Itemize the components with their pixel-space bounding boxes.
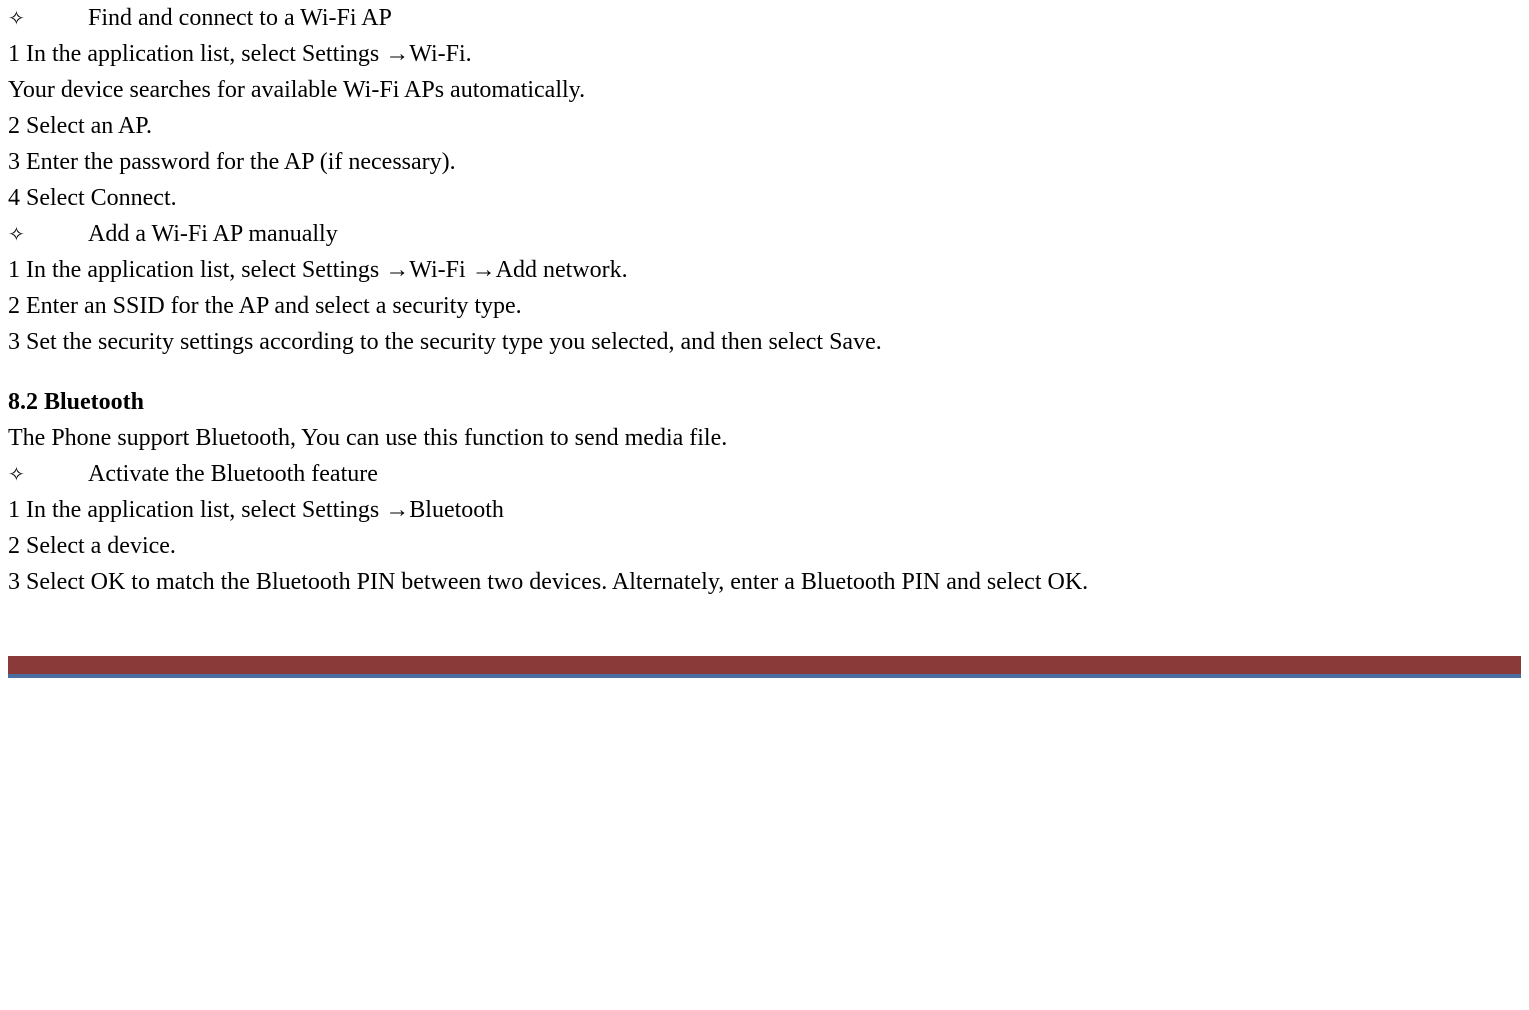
document-content: ✧ Find and connect to a Wi-Fi AP 1 In th… [8, 0, 1521, 600]
arrow-icon: → [385, 257, 409, 283]
bullet-find-connect-wifi: ✧ Find and connect to a Wi-Fi AP [8, 0, 1521, 36]
footer-divider [8, 656, 1521, 678]
arrow-icon: → [472, 257, 496, 283]
step-line: 2 Enter an SSID for the AP and select a … [8, 288, 1521, 324]
diamond-icon: ✧ [8, 0, 88, 36]
step-line: 3 Set the security settings according to… [8, 324, 1521, 360]
text-line: The Phone support Bluetooth, You can use… [8, 420, 1521, 456]
diamond-icon: ✧ [8, 216, 88, 252]
bullet-text: Activate the Bluetooth feature [88, 456, 378, 492]
bullet-text: Find and connect to a Wi-Fi AP [88, 0, 392, 36]
bullet-activate-bluetooth: ✧ Activate the Bluetooth feature [8, 456, 1521, 492]
bullet-text: Add a Wi-Fi AP manually [88, 216, 338, 252]
step-line: 3 Enter the password for the AP (if nece… [8, 144, 1521, 180]
arrow-icon: → [385, 41, 409, 67]
step-line: 2 Select a device. [8, 528, 1521, 564]
step-line: 1 In the application list, select Settin… [8, 492, 1521, 528]
step-line: 2 Select an AP. [8, 108, 1521, 144]
arrow-icon: → [385, 497, 409, 523]
step-line: 1 In the application list, select Settin… [8, 36, 1521, 72]
text-line: Your device searches for available Wi-Fi… [8, 72, 1521, 108]
bullet-add-wifi-manually: ✧ Add a Wi-Fi AP manually [8, 216, 1521, 252]
step-line: 4 Select Connect. [8, 180, 1521, 216]
step-line: 1 In the application list, select Settin… [8, 252, 1521, 288]
step-line: 3 Select OK to match the Bluetooth PIN b… [8, 564, 1521, 600]
diamond-icon: ✧ [8, 456, 88, 492]
section-heading-bluetooth: 8.2 Bluetooth [8, 384, 1521, 420]
